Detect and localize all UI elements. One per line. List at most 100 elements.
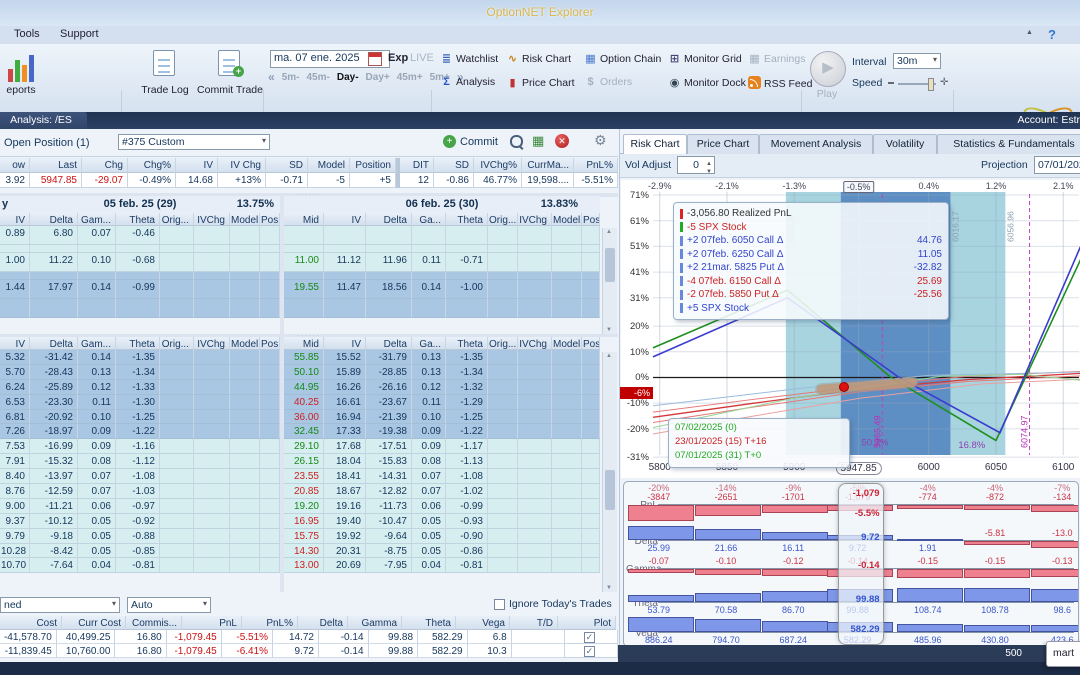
- reports-button[interactable]: eports: [0, 84, 46, 96]
- commit-trade-button[interactable]: Commit Trade: [194, 84, 266, 96]
- date-nav-«[interactable]: «: [268, 71, 275, 83]
- table-row[interactable]: 1.44 17.97 0.14 -0.99: [0, 280, 280, 299]
- exp-toggle[interactable]: Exp: [388, 52, 408, 64]
- table-row[interactable]: 16.95 19.40 -10.47 0.05 -0.93: [284, 513, 600, 529]
- table-row[interactable]: 13.00 20.69 -7.95 0.04 -0.81: [284, 558, 600, 574]
- tab-analysis-es[interactable]: Analysis: /ES: [0, 112, 87, 129]
- table-row[interactable]: 0.89 6.80 0.07 -0.46: [0, 226, 280, 245]
- table-row[interactable]: 6.81 -20.92 0.10 -1.25: [0, 409, 280, 425]
- plot-checkbox[interactable]: ✓: [583, 646, 595, 657]
- speed-minus-icon[interactable]: [888, 82, 894, 84]
- table-row[interactable]: 15.75 19.92 -9.64 0.05 -0.90: [284, 528, 600, 544]
- ribbon-button-option-chain[interactable]: ▦ Option Chain: [584, 52, 661, 65]
- table-row[interactable]: 10.70 -7.64 0.04 -0.81: [0, 558, 280, 574]
- date-nav-45m+[interactable]: 45m+: [397, 72, 423, 83]
- table-row[interactable]: [284, 272, 600, 280]
- mode-select[interactable]: Auto ▾: [127, 597, 211, 613]
- table-row[interactable]: [284, 245, 600, 253]
- table-row[interactable]: 20.85 18.67 -12.82 0.07 -1.02: [284, 484, 600, 499]
- ribbon-button-risk-chart[interactable]: ∿ Risk Chart: [506, 52, 571, 65]
- table-row[interactable]: 55.85 15.52 -31.79 0.13 -1.35: [284, 350, 600, 365]
- table-row[interactable]: 1.00 11.22 0.10 -0.68: [0, 253, 280, 272]
- tab-statistics-fundamentals[interactable]: Statistics & Fundamentals: [937, 134, 1080, 154]
- date-nav-Day+[interactable]: Day+: [366, 72, 390, 83]
- table-row[interactable]: 7.53 -16.99 0.09 -1.16: [0, 439, 280, 455]
- table-row[interactable]: 23.55 18.41 -14.31 0.07 -1.08: [284, 469, 600, 485]
- export-grid-icon[interactable]: ▦: [532, 133, 544, 149]
- orders-icon: $: [587, 76, 594, 88]
- table-row[interactable]: 19.20 19.16 -11.73 0.06 -0.99: [284, 498, 600, 514]
- table-row[interactable]: 9.79 -9.18 0.05 -0.88: [0, 528, 280, 544]
- table-row[interactable]: [284, 299, 600, 318]
- ribbon-button-analysis[interactable]: Σ Analysis: [440, 76, 495, 88]
- plot-checkbox[interactable]: ✓: [583, 632, 595, 643]
- table-row[interactable]: 8.76 -12.59 0.07 -1.03: [0, 484, 280, 499]
- scrollbar[interactable]: ▲ ▼: [602, 228, 617, 334]
- table-row[interactable]: 26.15 18.04 -15.83 0.08 -1.13: [284, 454, 600, 470]
- projection-input[interactable]: 07/01/202: [1034, 156, 1080, 174]
- table-row[interactable]: 36.00 16.94 -21.39 0.10 -1.25: [284, 409, 600, 425]
- table-row[interactable]: 5.70 -28.43 0.13 -1.34: [0, 364, 280, 380]
- table-row[interactable]: 50.10 15.89 -28.85 0.13 -1.34: [284, 364, 600, 380]
- table-row[interactable]: [0, 245, 280, 253]
- interval-select[interactable]: 30m ▾: [893, 53, 941, 69]
- vol-adjust-spinner[interactable]: 0 ▲ ▼: [677, 156, 715, 175]
- ignore-trades-checkbox[interactable]: [494, 599, 505, 610]
- table-row[interactable]: -41,578.70 40,499.25 16.80 -1,079.45 -5.51% 1…: [0, 630, 618, 644]
- ribbon-button-monitor-dock[interactable]: ◉ Monitor Dock: [668, 76, 746, 89]
- cell: 0.05: [412, 528, 446, 544]
- ribbon-button-monitor-grid[interactable]: ⊞ Monitor Grid: [668, 52, 742, 65]
- help-icon[interactable]: ?: [1048, 27, 1056, 42]
- table-row[interactable]: 7.91 -15.32 0.08 -1.12: [0, 454, 280, 470]
- table-row[interactable]: 32.45 17.33 -19.38 0.09 -1.22: [284, 424, 600, 440]
- cell: [366, 272, 412, 280]
- table-row[interactable]: 19.55 11.47 18.56 0.14 -1.00: [284, 280, 600, 299]
- speed-slider-thumb[interactable]: [928, 78, 934, 91]
- table-row[interactable]: 10.28 -8.42 0.05 -0.85: [0, 543, 280, 559]
- table-row[interactable]: [0, 299, 280, 318]
- table-row[interactable]: -11,839.45 10,760.00 16.80 -1,079.45 -6.41% 9…: [0, 644, 618, 658]
- commit-button[interactable]: Commit: [460, 136, 498, 148]
- table-row[interactable]: 40.25 16.61 -23.67 0.11 -1.29: [284, 394, 600, 410]
- speed-plus-icon[interactable]: ✛: [940, 77, 948, 88]
- table-row[interactable]: 44.95 16.26 -26.16 0.12 -1.32: [284, 379, 600, 395]
- chart-controls: Vol Adjust 0 ▲ ▼ Projection 07/01/202: [620, 153, 1080, 178]
- calendar-icon[interactable]: [368, 52, 382, 66]
- close-icon[interactable]: ✕: [555, 134, 569, 148]
- table-row[interactable]: [0, 272, 280, 280]
- menu-support[interactable]: Support: [60, 28, 99, 40]
- table-row[interactable]: 6.53 -23.30 0.11 -1.30: [0, 394, 280, 410]
- gear-icon[interactable]: ⚙: [594, 132, 607, 149]
- table-row[interactable]: 14.30 20.31 -8.75 0.05 -0.86: [284, 543, 600, 559]
- ribbon-button-rss-feed[interactable]: RSS Feed: [748, 76, 812, 90]
- table-row[interactable]: 8.40 -13.97 0.07 -1.08: [0, 469, 280, 485]
- table-row[interactable]: 11.00 11.12 11.96 0.11 -0.71: [284, 253, 600, 272]
- live-toggle[interactable]: LIVE: [410, 52, 434, 64]
- reports-icon[interactable]: [8, 52, 38, 82]
- date-nav-45m-[interactable]: 45m-: [306, 72, 329, 83]
- date-nav-5m-[interactable]: 5m-: [282, 72, 300, 83]
- tab-volatility[interactable]: Volatility: [873, 134, 937, 154]
- table-row[interactable]: 6.24 -25.89 0.12 -1.33: [0, 379, 280, 395]
- cell: [518, 543, 552, 559]
- date-nav-Day-[interactable]: Day-: [337, 72, 359, 83]
- tab-movement-analysis[interactable]: Movement Analysis: [759, 134, 873, 154]
- table-row[interactable]: 9.37 -10.12 0.05 -0.92: [0, 513, 280, 529]
- table-row[interactable]: [284, 226, 600, 245]
- scrollbar[interactable]: ▲ ▼: [602, 352, 617, 592]
- position-filter-select[interactable]: ned ▾: [0, 597, 120, 613]
- strategy-select[interactable]: #375 Custom ▾: [118, 134, 270, 150]
- table-row[interactable]: 9.00 -11.21 0.06 -0.97: [0, 498, 280, 514]
- play-button[interactable]: ▶: [810, 51, 846, 87]
- tab-price-chart[interactable]: Price Chart: [687, 134, 759, 154]
- tab-risk-chart[interactable]: Risk Chart: [623, 134, 687, 154]
- menu-tools[interactable]: Tools: [14, 28, 40, 40]
- table-row[interactable]: 7.26 -18.97 0.09 -1.22: [0, 424, 280, 440]
- trade-log-button[interactable]: Trade Log: [133, 84, 197, 96]
- table-row[interactable]: 29.10 17.68 -17.51 0.09 -1.17: [284, 439, 600, 455]
- ribbon-button-watchlist[interactable]: ≣ Watchlist: [440, 52, 498, 65]
- ribbon-button-price-chart[interactable]: ▮ Price Chart: [506, 76, 574, 89]
- collapse-ribbon-icon[interactable]: ▲: [1026, 29, 1033, 36]
- greek-value: 86.70: [781, 605, 805, 615]
- table-row[interactable]: 5.32 -31.42 0.14 -1.35: [0, 350, 280, 365]
